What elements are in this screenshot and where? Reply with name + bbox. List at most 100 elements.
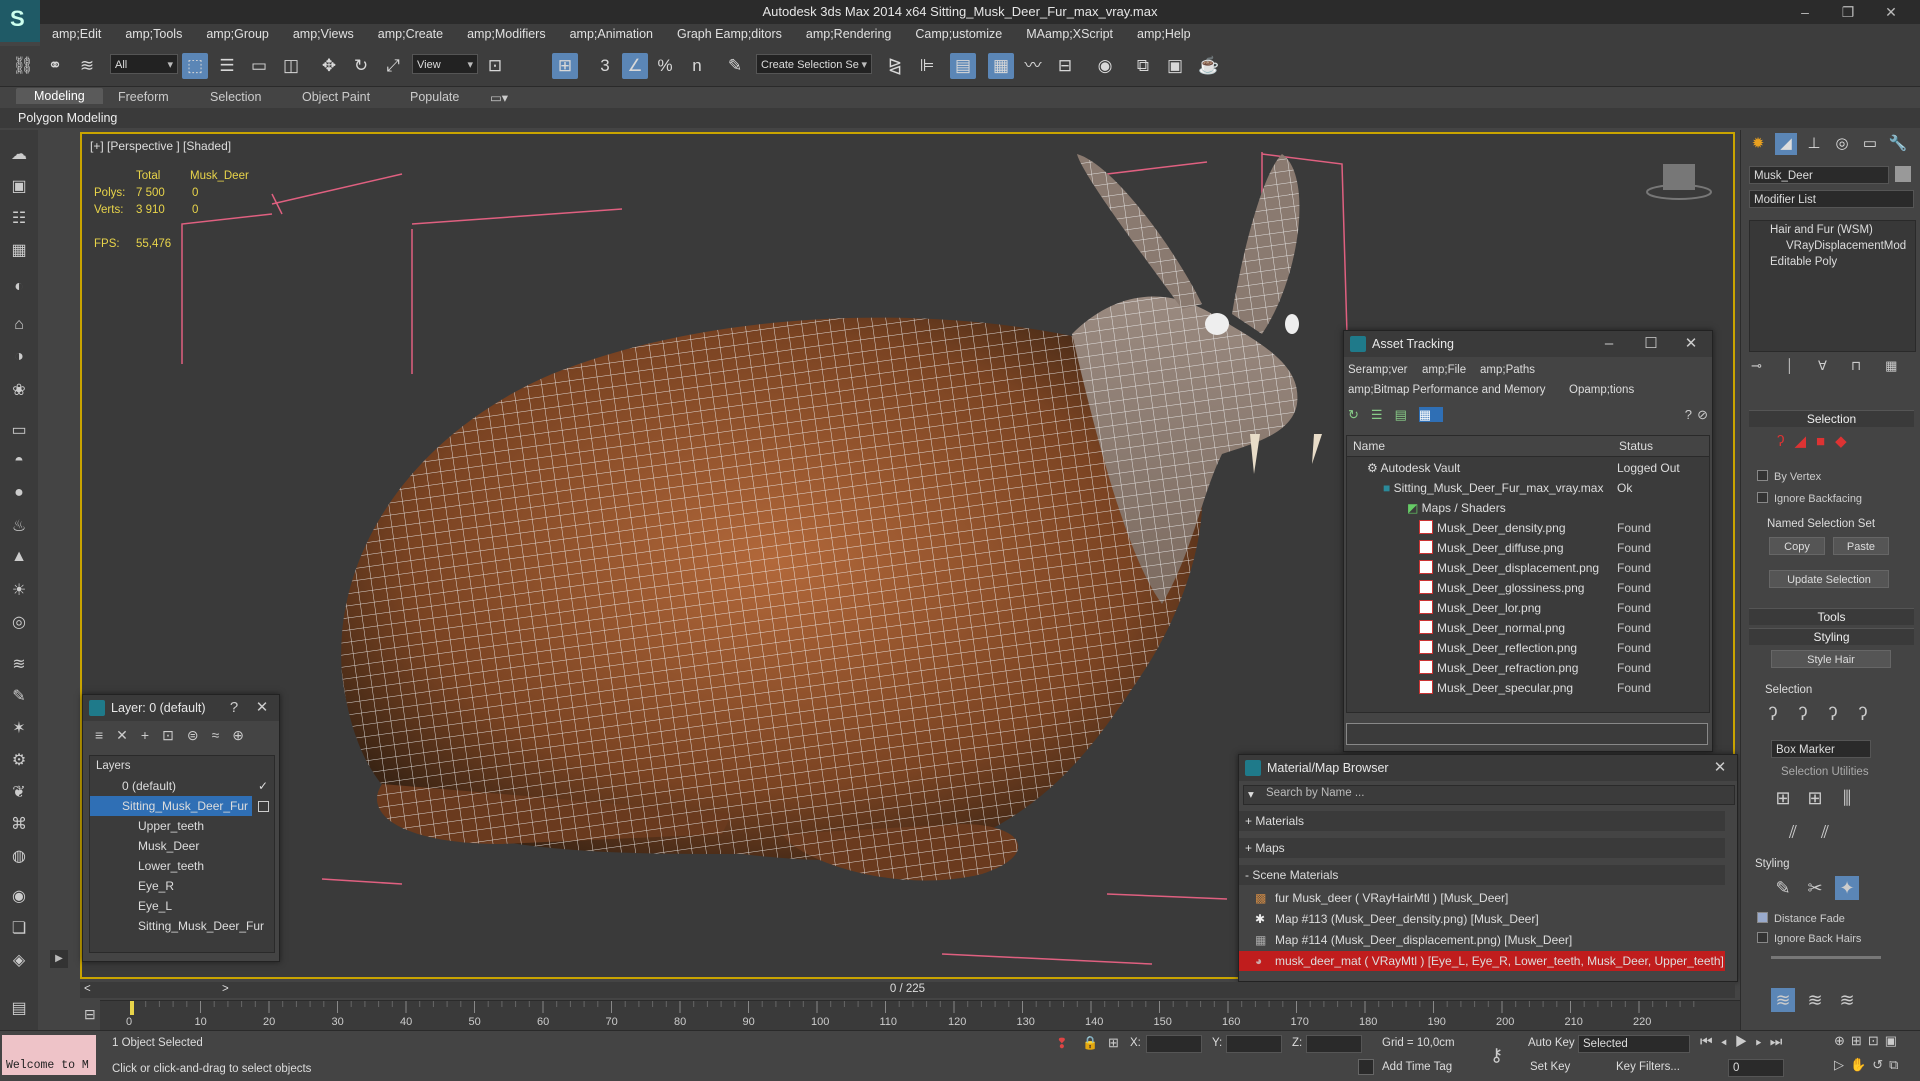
unlink-icon[interactable]: ⚭ (42, 53, 68, 79)
display-tab-icon[interactable]: ▭ (1859, 133, 1881, 155)
table-view-icon[interactable]: ▤ (1395, 407, 1419, 422)
utility-icon-2[interactable]: ⊞ (1803, 786, 1827, 810)
goto-end-icon[interactable]: ⏭ (1770, 1033, 1791, 1049)
modify-tab-icon[interactable]: ◢ (1775, 133, 1797, 155)
tools-rollout-header[interactable]: Tools (1749, 608, 1914, 625)
move-icon[interactable]: ✥ (316, 53, 342, 79)
group-scene-materials[interactable]: - Scene Materials (1239, 865, 1725, 885)
col-status-header[interactable]: Status (1619, 436, 1653, 456)
maxscript-listener[interactable]: Welcome to M (2, 1035, 96, 1075)
edit-named-sel-icon[interactable]: ✎ (722, 53, 748, 79)
material-item-selected[interactable]: ◕ musk_deer_mat ( VRayMtl ) [Eye_L, Eye_R… (1239, 951, 1725, 971)
spacewarp-icon[interactable]: ❀ (6, 380, 32, 404)
polygon-modeling-label[interactable]: Polygon Modeling (18, 111, 117, 125)
schematic-view-icon[interactable]: ⊟ (1052, 53, 1078, 79)
bind-space-warp-icon[interactable]: ≋ (74, 53, 100, 79)
reference-coordinate-select[interactable]: View (412, 54, 478, 75)
layer-object-row[interactable]: Lower_teeth (90, 856, 274, 876)
layer-row-default[interactable]: 0 (default) ✓ (90, 776, 274, 796)
layer-object-row[interactable]: Eye_R (90, 876, 274, 896)
auto-key-button[interactable]: Auto Key (1528, 1037, 1575, 1049)
prev-frame-icon[interactable]: ◂ (1721, 1033, 1735, 1049)
render-icon[interactable]: ◈ (6, 950, 32, 974)
hide-layers-icon[interactable]: ≈ (212, 727, 233, 743)
window-crossing-icon[interactable]: ◫ (278, 53, 304, 79)
percent-snap-icon[interactable]: % (652, 53, 678, 79)
select-layer-icon[interactable]: ⊡ (162, 727, 187, 743)
menu-animation[interactable]: amp;Animation (558, 24, 665, 44)
utility-icon-1[interactable]: ⊞ (1771, 786, 1795, 810)
absolute-mode-icon[interactable]: ⊞ (1108, 1035, 1119, 1051)
selection-rollout-header[interactable]: Selection (1749, 410, 1914, 427)
menu-maxscript[interactable]: MAamp;XScript (1014, 24, 1125, 44)
tab-modeling[interactable]: Modeling (16, 88, 103, 104)
rectangular-region-icon[interactable]: ▭ (246, 53, 272, 79)
expand-arrow-icon[interactable]: ▶ (50, 950, 68, 968)
minimize-button[interactable]: – (1790, 2, 1820, 22)
restore-button[interactable]: ❐ (1833, 2, 1863, 22)
new-layer-icon[interactable]: ≡ (95, 727, 116, 743)
asset-row-map[interactable]: Musk_Deer_reflection.png Found (1347, 638, 1709, 658)
lock-selection-icon[interactable]: 🔒 (1082, 1035, 1098, 1051)
render-setup-icon[interactable]: ⧉ (1130, 53, 1156, 79)
asset-close-button[interactable]: ✕ (1678, 331, 1704, 357)
material-search-bar[interactable]: ▾ Search by Name ... (1243, 785, 1735, 805)
utilities-tab-icon[interactable]: 🔧 (1887, 133, 1909, 155)
hair-icon[interactable]: ≋ (6, 654, 32, 678)
time-tag-icon[interactable] (1358, 1059, 1374, 1075)
brush-size-slider[interactable] (1771, 956, 1881, 959)
menu-views[interactable]: amp;Views (281, 24, 366, 44)
asset-row-map[interactable]: Musk_Deer_density.png Found (1347, 518, 1709, 538)
brush-icon[interactable]: ✎ (6, 686, 32, 710)
object-name-field[interactable]: Musk_Deer (1749, 166, 1889, 184)
named-selection-set-select[interactable]: Create Selection Se (756, 54, 872, 75)
disc-icon[interactable]: ◎ (6, 612, 32, 636)
layer-current-box[interactable] (258, 801, 269, 812)
pin-stack-icon[interactable]: ⊸ (1751, 358, 1786, 373)
grid-view-icon[interactable]: ▦ (1418, 407, 1444, 422)
add-time-tag[interactable]: Add Time Tag (1382, 1061, 1452, 1073)
by-vertex-checkbox[interactable]: By Vertex (1757, 470, 1821, 483)
asset-row-file[interactable]: ■ Sitting_Musk_Deer_Fur_max_vray.max Ok (1347, 478, 1709, 498)
create-tab-icon[interactable]: ✹ (1747, 133, 1769, 155)
asset-vault-icon[interactable]: ⊘ (1697, 407, 1708, 423)
asset-row-map[interactable]: Musk_Deer_refraction.png Found (1347, 658, 1709, 678)
tab-freeform[interactable]: Freeform (118, 90, 169, 104)
file-icon[interactable]: ▤ (6, 998, 32, 1022)
make-unique-icon[interactable]: ∀ (1818, 358, 1851, 373)
menu-group[interactable]: amp;Group (194, 24, 281, 44)
layer-help-button[interactable]: ? (221, 695, 247, 721)
box-icon[interactable]: ▣ (6, 176, 32, 200)
translate-hair-icon[interactable]: ≋ (1771, 988, 1795, 1012)
key-filters-button[interactable]: Key Filters... (1616, 1061, 1680, 1073)
light-icon[interactable]: ◐ (6, 278, 32, 302)
puff-hair-icon[interactable]: ≋ (1835, 988, 1859, 1012)
shell-icon[interactable]: ◍ (6, 846, 32, 870)
menu-rendering[interactable]: amp;Rendering (794, 24, 903, 44)
refresh-icon[interactable]: ↻ (1348, 407, 1371, 422)
modifier-vray-displacement[interactable]: VRayDisplacementMod (1786, 240, 1906, 252)
spinner-snap-icon[interactable]: n (684, 53, 710, 79)
brush-style-icon[interactable]: ✦ (1835, 876, 1859, 900)
freeze-layers-icon[interactable]: ⊕ (232, 727, 257, 743)
app-logo[interactable]: S (0, 0, 40, 42)
current-frame-field[interactable]: 0 (1728, 1059, 1784, 1077)
rotate-icon[interactable]: ↻ (348, 53, 374, 79)
z-coordinate-field[interactable] (1306, 1035, 1362, 1053)
curve-editor-icon[interactable]: 〰 (1020, 53, 1046, 79)
list-view-icon[interactable]: ☰ (1371, 407, 1395, 422)
zoom-extents-all-icon[interactable]: ▣ (1885, 1033, 1903, 1048)
scale-icon[interactable]: ⤢ (380, 53, 406, 79)
layer-object-row[interactable]: Sitting_Musk_Deer_Fur (90, 916, 274, 936)
group-maps[interactable]: + Maps (1239, 838, 1725, 858)
asset-maximize-button[interactable]: ☐ (1638, 331, 1664, 357)
tab-populate[interactable]: Populate (410, 90, 459, 104)
helper-icon[interactable]: ◑ (6, 348, 32, 372)
teapot-icon[interactable]: ☁ (6, 144, 32, 168)
cone-icon[interactable]: ▲ (6, 548, 32, 572)
snaps-toggle-icon[interactable]: 3 (592, 53, 618, 79)
select-hair-icon-4[interactable]: ʔ (1851, 702, 1875, 726)
add-to-layer-icon[interactable]: + (141, 727, 162, 743)
menu-help[interactable]: amp;Help (1125, 24, 1203, 44)
x-coordinate-field[interactable] (1146, 1035, 1202, 1053)
